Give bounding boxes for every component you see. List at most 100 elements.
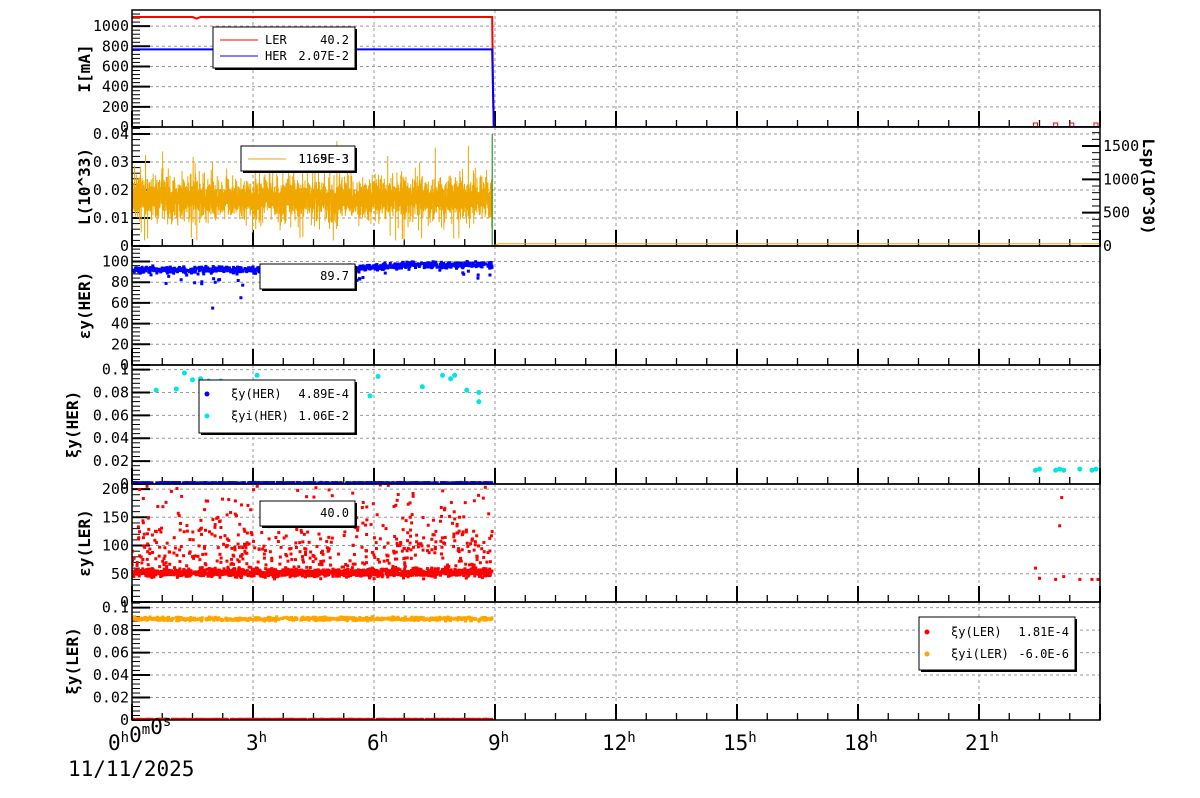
data-point [214,617,218,621]
y-tick-label: 400 [102,78,129,96]
data-point [461,571,465,575]
data-point [229,557,233,561]
data-point [155,268,159,272]
data-point [422,618,426,622]
data-point [244,546,248,550]
data-point [163,554,167,558]
data-point [403,563,407,567]
y-tick-label: 0.06 [93,406,129,424]
data-point [180,494,184,498]
data-point [364,549,368,553]
data-point [369,522,373,526]
data-point [218,519,222,523]
data-point [250,533,254,537]
data-point [178,560,182,564]
data-point [1058,524,1062,528]
data-point [443,264,447,268]
data-point [249,508,253,512]
data-point [421,548,425,552]
data-point [406,546,410,550]
y-tick-label: 0.06 [93,644,129,662]
data-point [361,521,365,525]
data-point [289,552,293,556]
data-point [234,514,238,518]
data-point [264,618,268,622]
data-point [464,387,470,393]
data-point [460,533,464,537]
data-point [465,259,469,263]
data-point [240,503,244,507]
data-point [185,524,189,528]
y-tick-label: 200 [102,480,129,498]
data-point [247,565,251,569]
data-point [186,574,190,578]
data-point [235,575,239,579]
data-point [451,262,455,266]
data-point [429,569,433,573]
data-point [213,280,217,284]
data-point [137,618,141,622]
data-point [213,572,217,576]
data-point [219,526,223,530]
data-point [434,260,438,264]
data-point [374,541,378,545]
data-point [430,548,434,552]
data-point [216,570,220,574]
data-point [258,569,262,573]
data-point [290,615,294,619]
data-point [411,494,415,498]
data-point [148,547,152,551]
data-point [225,537,229,541]
data-point [398,264,402,268]
data-point [477,493,481,497]
data-point [309,616,313,620]
data-point [203,528,207,532]
data-point [1062,575,1066,579]
data-point [415,615,419,619]
data-point [233,499,237,503]
data-point [207,571,211,575]
data-point [255,484,259,488]
data-point [367,574,371,578]
data-point [469,542,473,546]
data-point [232,269,236,273]
data-point [182,265,186,269]
data-point [253,268,257,272]
data-point [340,573,344,577]
data-point [408,541,412,545]
data-point [185,268,189,272]
data-point [407,264,411,268]
y-axis-label: I[mA] [75,44,94,92]
data-point [474,566,478,570]
data-point [411,492,415,496]
y-axis-label: ξy(LER) [63,627,82,694]
data-point [460,548,464,552]
data-point [371,265,375,269]
data-point [231,553,235,557]
y-tick-label: 0.1 [102,599,129,617]
data-point [245,531,249,535]
data-point [392,615,396,619]
data-point [161,505,165,509]
data-point [279,545,283,549]
data-point [380,264,384,268]
data-point [418,616,422,620]
data-point [406,539,410,543]
data-point [352,553,356,557]
data-point [440,536,444,540]
data-point [202,572,206,576]
data-point [174,568,178,572]
data-point [1077,466,1083,472]
data-point [322,559,326,563]
data-point [236,533,240,537]
data-point [452,544,456,548]
data-point [247,266,251,270]
data-point [314,486,318,490]
data-point [382,559,386,563]
data-point [179,521,183,525]
data-point [440,552,444,556]
data-point [154,572,158,576]
data-point [328,556,332,560]
data-point [476,399,482,405]
data-point [220,618,224,622]
